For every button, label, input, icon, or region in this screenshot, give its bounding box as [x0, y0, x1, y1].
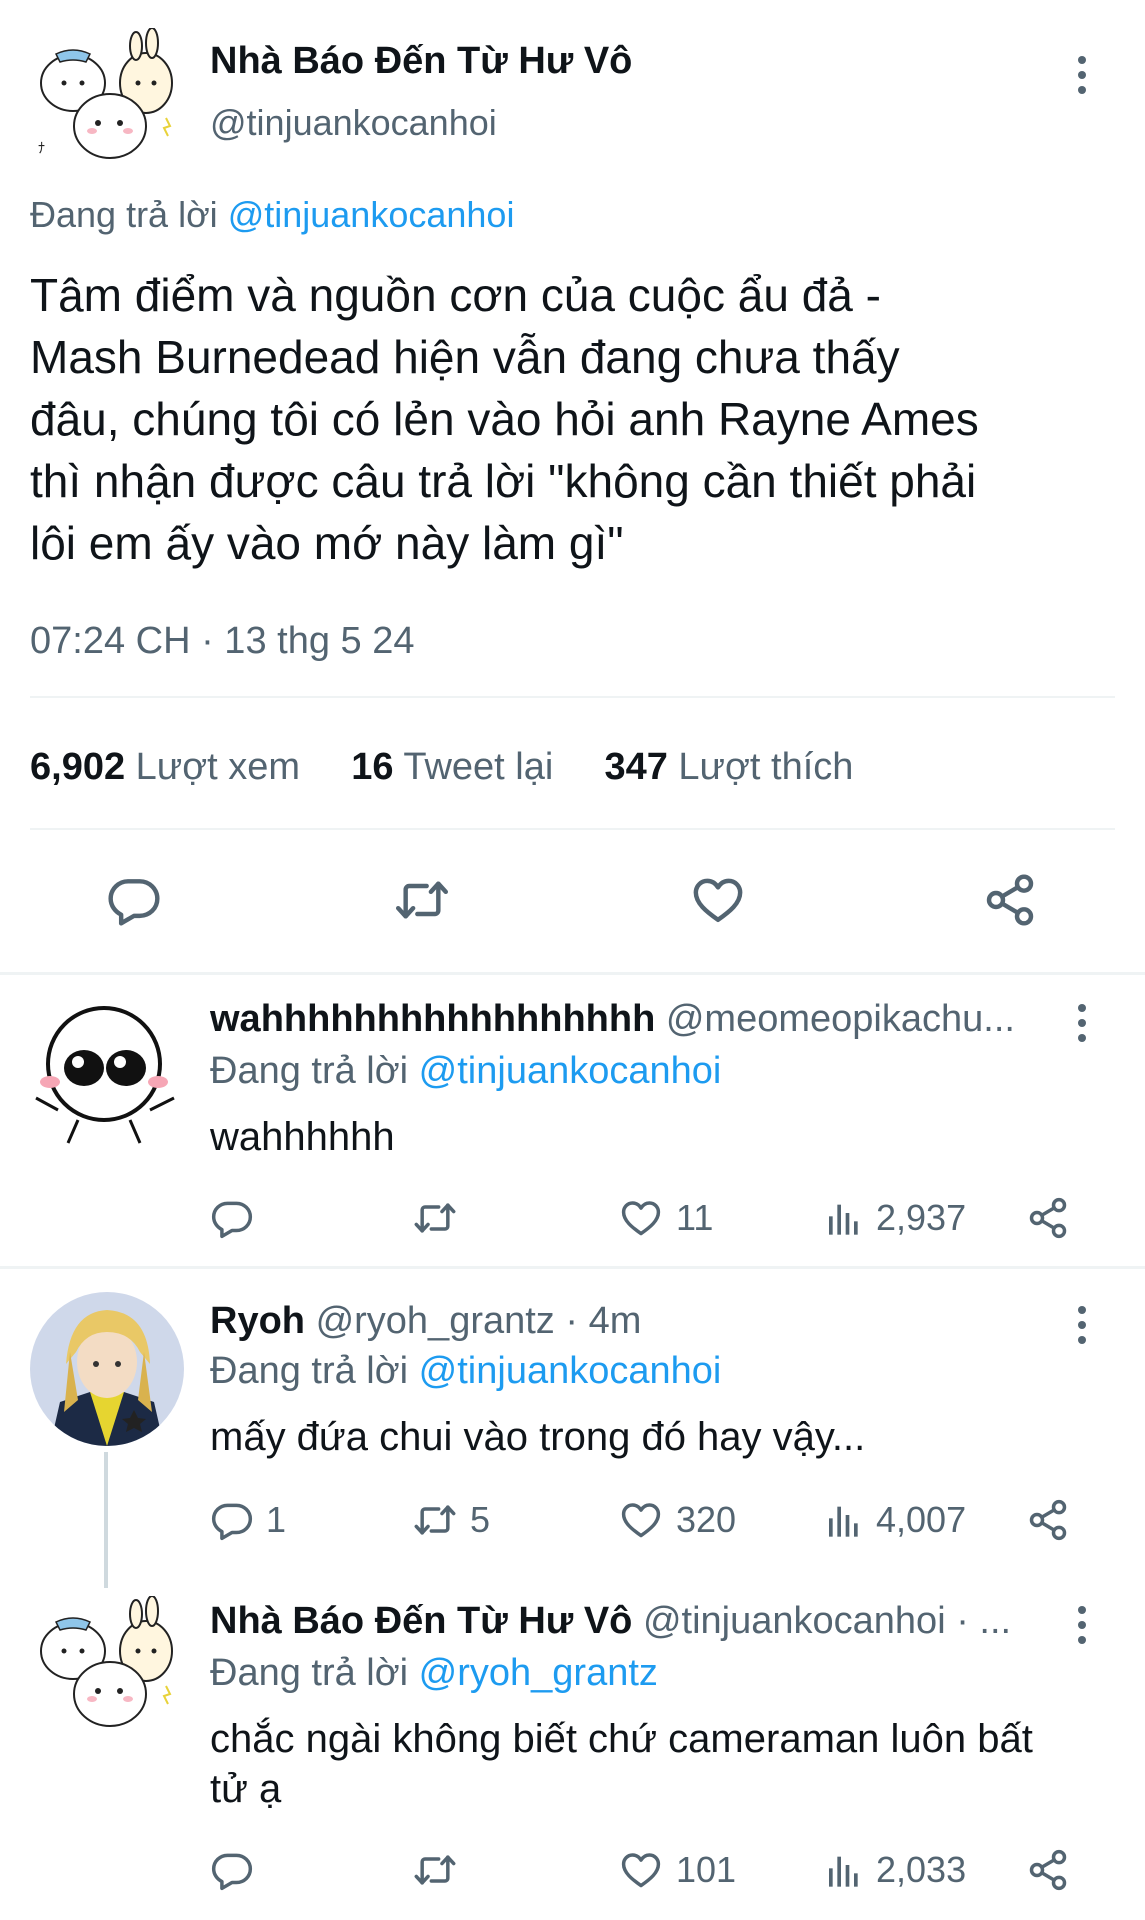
reply-author-name[interactable]: Nhà Báo Đến Từ Hư Vô — [210, 1600, 632, 1642]
replying-prefix: Đang trả lời — [210, 1652, 409, 1694]
replying-to-handle[interactable]: @tinjuankocanhoi — [419, 1050, 722, 1092]
tweet-text-line: thì nhận được câu trả lời "không cần thi… — [30, 455, 977, 507]
reply-text-line: tử ạ — [210, 1767, 282, 1811]
retweet-action[interactable] — [412, 1848, 470, 1892]
heart-icon[interactable] — [618, 1498, 664, 1542]
replying-to: Đang trả lời @tinjuankocanhoi — [210, 1048, 721, 1094]
reply-author-name[interactable]: wahhhhhhhhhhhhhhhhh — [210, 998, 655, 1040]
like-action[interactable]: 101 — [618, 1848, 736, 1892]
view-count: 4,007 — [876, 1499, 967, 1540]
tweet-timestamp[interactable]: 07:24 CH · 13 thg 5 24 — [30, 618, 414, 664]
like-count: 11 — [676, 1197, 714, 1238]
views-icon[interactable] — [824, 1848, 864, 1892]
more-icon[interactable] — [1076, 1306, 1088, 1351]
replying-to-handle[interactable]: @ryoh_grantz — [419, 1652, 658, 1694]
retweets-count[interactable]: 16 — [351, 746, 393, 788]
replying-to: Đang trả lời @tinjuankocanhoi — [30, 192, 514, 238]
views-icon[interactable] — [824, 1498, 864, 1542]
reply-action[interactable] — [210, 1196, 266, 1240]
likes-count[interactable]: 347 — [604, 746, 667, 788]
tweet-text: Tâm điểm và nguồn cơn của cuộc ẩu đả - M… — [30, 264, 979, 574]
reply-handle[interactable]: @ryoh_grantz · 4m — [316, 1300, 642, 1342]
share-action[interactable] — [1026, 1196, 1070, 1240]
replying-prefix: Đang trả lời — [30, 194, 218, 235]
views-action[interactable]: 4,007 — [824, 1498, 966, 1542]
reply-text: wahhhhhh — [210, 1115, 395, 1159]
tweet-text-line: Tâm điểm và nguồn cơn của cuộc ẩu đả - — [30, 269, 881, 321]
reply-count: 1 — [266, 1499, 287, 1540]
share-icon[interactable] — [1026, 1498, 1070, 1542]
share-icon[interactable] — [982, 872, 1038, 928]
like-count: 320 — [676, 1499, 737, 1540]
thread-line — [104, 1452, 108, 1588]
reply-icon[interactable] — [210, 1498, 254, 1542]
reply-icon[interactable] — [210, 1196, 254, 1240]
divider — [30, 696, 1115, 698]
reply-avatar[interactable] — [28, 998, 180, 1148]
retweets-label[interactable]: Tweet lại — [403, 746, 553, 788]
retweet-action[interactable] — [412, 1196, 470, 1240]
reply-action[interactable]: 1 — [210, 1498, 286, 1542]
tweet-text-line: Mash Burnedead hiện vẫn đang chưa thấy — [30, 331, 900, 383]
more-icon[interactable] — [1076, 1606, 1088, 1651]
reply-icon[interactable] — [106, 872, 162, 928]
author-handle[interactable]: @tinjuankocanhoi — [210, 100, 497, 146]
views-label: Lượt xem — [135, 746, 301, 788]
retweet-icon[interactable] — [394, 872, 450, 928]
share-action[interactable] — [1026, 1498, 1070, 1542]
views-icon[interactable] — [824, 1196, 864, 1240]
replying-to: Đang trả lời @ryoh_grantz — [210, 1650, 658, 1696]
view-count: 2,937 — [876, 1197, 967, 1238]
author-avatar[interactable]: ﾅ — [28, 28, 178, 168]
reply-text-line: chắc ngài không biết chứ cameraman luôn … — [210, 1717, 1033, 1761]
retweet-count: 5 — [470, 1499, 491, 1540]
heart-icon[interactable] — [618, 1848, 664, 1892]
tweet-text-line: đâu, chúng tôi có lẻn vào hỏi anh Rayne … — [30, 393, 979, 445]
heart-icon[interactable] — [618, 1196, 664, 1240]
tweet-stats: 6,902 Lượt xem 16 Tweet lại 347 Lượt thí… — [30, 744, 853, 790]
reply-header: Nhà Báo Đến Từ Hư Vô @tinjuankocanhoi · … — [210, 1598, 1011, 1644]
views-action[interactable]: 2,937 — [824, 1196, 966, 1240]
retweet-action[interactable]: 5 — [412, 1498, 490, 1542]
more-icon[interactable] — [1076, 56, 1088, 101]
reply-text: mấy đứa chui vào trong đó hay vậy... — [210, 1415, 866, 1459]
reply-header: Ryoh @ryoh_grantz · 4m — [210, 1298, 641, 1344]
view-count: 2,033 — [876, 1849, 967, 1890]
retweet-icon[interactable] — [412, 1498, 458, 1542]
reply-header: wahhhhhhhhhhhhhhhhh @meomeopikachu... — [210, 996, 1015, 1042]
replying-to-handle[interactable]: @tinjuankocanhoi — [419, 1350, 722, 1392]
reply-handle[interactable]: @tinjuankocanhoi · ... — [643, 1600, 1011, 1642]
author-name[interactable]: Nhà Báo Đến Từ Hư Vô — [210, 38, 632, 84]
replying-prefix: Đang trả lời — [210, 1350, 409, 1392]
retweet-icon[interactable] — [412, 1196, 458, 1240]
share-icon[interactable] — [1026, 1848, 1070, 1892]
reply-author-name[interactable]: Ryoh — [210, 1300, 305, 1342]
divider — [30, 828, 1115, 830]
replying-to-handle[interactable]: @tinjuankocanhoi — [228, 194, 515, 235]
share-action[interactable] — [1026, 1848, 1070, 1892]
reply-handle[interactable]: @meomeopikachu... — [666, 998, 1015, 1040]
like-action[interactable]: 11 — [618, 1196, 713, 1240]
reply-avatar[interactable] — [28, 1596, 178, 1736]
more-icon[interactable] — [1076, 1004, 1088, 1049]
reply-avatar[interactable] — [30, 1292, 184, 1446]
svg-text:ﾅ: ﾅ — [38, 141, 45, 157]
share-icon[interactable] — [1026, 1196, 1070, 1240]
likes-label[interactable]: Lượt thích — [678, 746, 853, 788]
heart-icon[interactable] — [690, 872, 746, 928]
like-action[interactable]: 320 — [618, 1498, 736, 1542]
tweet-text-line: lôi em ấy vào mớ này làm gì" — [30, 517, 624, 569]
section-divider — [0, 1266, 1145, 1269]
reply-text: chắc ngài không biết chứ cameraman luôn … — [210, 1714, 1033, 1814]
reply-icon[interactable] — [210, 1848, 254, 1892]
replying-to: Đang trả lời @tinjuankocanhoi — [210, 1348, 721, 1394]
like-count: 101 — [676, 1849, 737, 1890]
views-action[interactable]: 2,033 — [824, 1848, 966, 1892]
replying-prefix: Đang trả lời — [210, 1050, 409, 1092]
retweet-icon[interactable] — [412, 1848, 458, 1892]
reply-action[interactable] — [210, 1848, 266, 1892]
section-divider — [0, 972, 1145, 975]
views-count: 6,902 — [30, 746, 126, 788]
